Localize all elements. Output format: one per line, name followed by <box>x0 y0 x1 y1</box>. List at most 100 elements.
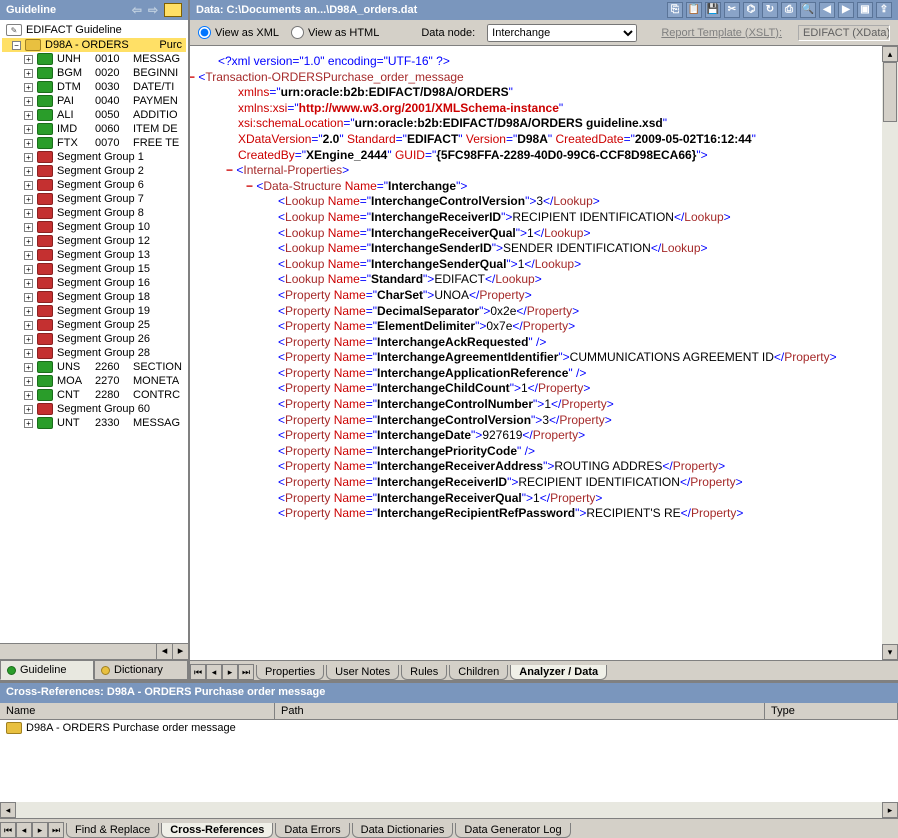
expand-icon[interactable]: + <box>24 209 33 218</box>
view-html-radio[interactable]: View as HTML <box>291 26 379 39</box>
bottom-tab[interactable]: Data Errors <box>275 823 349 838</box>
report-template-link[interactable]: Report Template (XSLT): <box>661 27 782 39</box>
prev-icon[interactable]: ◀ <box>819 2 835 18</box>
bottom-tab[interactable]: Cross-References <box>161 823 273 838</box>
expand-icon[interactable]: + <box>24 349 33 358</box>
tab-scroll-next-icon[interactable]: ▸ <box>222 664 238 680</box>
tree-item[interactable]: +Segment Group 6 <box>2 178 186 192</box>
tree-root[interactable]: ✎ EDIFACT Guideline <box>2 22 186 38</box>
tree-folder-orders[interactable]: − D98A - ORDERS Purc <box>2 38 186 52</box>
tab-guideline[interactable]: Guideline <box>0 660 94 680</box>
tree-item[interactable]: +Segment Group 28 <box>2 346 186 360</box>
print-icon[interactable]: ⎙ <box>781 2 797 18</box>
expand-icon[interactable]: + <box>24 167 33 176</box>
expand-icon[interactable]: + <box>24 391 33 400</box>
btab-scroll-next-icon[interactable]: ▸ <box>32 822 48 838</box>
tree-item[interactable]: +Segment Group 10 <box>2 220 186 234</box>
bottom-tab[interactable]: Data Dictionaries <box>352 823 454 838</box>
tab-scroll-first-icon[interactable]: ⏮ <box>190 664 206 680</box>
tree-item[interactable]: +Segment Group 19 <box>2 304 186 318</box>
tree-item[interactable]: +MOA2270MONETA <box>2 374 186 388</box>
btab-scroll-first-icon[interactable]: ⏮ <box>0 822 16 838</box>
expand-icon[interactable]: + <box>24 153 33 162</box>
tree-icon[interactable]: ⌬ <box>743 2 759 18</box>
sidebar-hscroll[interactable]: ◂▸ <box>0 643 188 659</box>
tree-item[interactable]: +Segment Group 16 <box>2 276 186 290</box>
cross-refs-hscroll[interactable]: ◂▸ <box>0 802 898 818</box>
tree-item[interactable]: +Segment Group 12 <box>2 234 186 248</box>
tab-dictionary[interactable]: Dictionary <box>94 660 188 680</box>
tree-item[interactable]: +Segment Group 25 <box>2 318 186 332</box>
expand-icon[interactable]: + <box>24 125 33 134</box>
btab-scroll-prev-icon[interactable]: ◂ <box>16 822 32 838</box>
refresh-icon[interactable]: ↻ <box>762 2 778 18</box>
expand-icon[interactable]: + <box>24 55 33 64</box>
expand-icon[interactable]: + <box>24 237 33 246</box>
xml-view[interactable]: <?xml version="1.0" encoding="UTF-16" ?>… <box>190 46 882 660</box>
main-tab[interactable]: Properties <box>256 665 324 680</box>
expand-icon[interactable]: + <box>24 111 33 120</box>
scroll-thumb[interactable] <box>883 62 897 122</box>
save-icon[interactable]: 💾 <box>705 2 721 18</box>
view-xml-radio[interactable]: View as XML <box>198 26 279 39</box>
tree-item[interactable]: +CNT2280CONTRC <box>2 388 186 402</box>
forward-icon[interactable]: ⇨ <box>148 3 158 17</box>
run-icon[interactable]: ▣ <box>857 2 873 18</box>
expand-icon[interactable]: + <box>24 307 33 316</box>
tree-item[interactable]: +Segment Group 18 <box>2 290 186 304</box>
open-folder-icon[interactable] <box>164 3 182 17</box>
expand-icon[interactable]: + <box>24 363 33 372</box>
col-name[interactable]: Name <box>0 703 275 719</box>
expand-icon[interactable]: + <box>24 335 33 344</box>
main-tab[interactable]: Children <box>449 665 508 680</box>
tree-item[interactable]: +UNH0010MESSAG <box>2 52 186 66</box>
col-type[interactable]: Type <box>765 703 898 719</box>
main-tab[interactable]: Analyzer / Data <box>510 665 607 680</box>
collapse-icon[interactable]: − <box>12 41 21 50</box>
tree-item[interactable]: +IMD0060ITEM DE <box>2 122 186 136</box>
expand-icon[interactable]: + <box>24 139 33 148</box>
tab-scroll-prev-icon[interactable]: ◂ <box>206 664 222 680</box>
tree-item[interactable]: +PAI0040PAYMEN <box>2 94 186 108</box>
expand-icon[interactable]: + <box>24 69 33 78</box>
vscrollbar[interactable]: ▴ ▾ <box>882 46 898 660</box>
expand-icon[interactable]: + <box>24 377 33 386</box>
tree-item[interactable]: +Segment Group 26 <box>2 332 186 346</box>
cross-ref-row[interactable]: D98A - ORDERS Purchase order message <box>0 720 898 736</box>
tree-item[interactable]: +DTM0030DATE/TI <box>2 80 186 94</box>
tab-scroll-last-icon[interactable]: ⏭ <box>238 664 254 680</box>
tree-item[interactable]: +FTX0070FREE TE <box>2 136 186 150</box>
col-path[interactable]: Path <box>275 703 765 719</box>
tree-item[interactable]: +ALI0050ADDITIO <box>2 108 186 122</box>
expand-icon[interactable]: + <box>24 181 33 190</box>
copy-icon[interactable]: ⎘ <box>667 2 683 18</box>
find-icon[interactable]: 🔍 <box>800 2 816 18</box>
tree-item[interactable]: +UNT2330MESSAG <box>2 416 186 430</box>
main-tab[interactable]: User Notes <box>326 665 399 680</box>
expand-icon[interactable]: + <box>24 321 33 330</box>
next-icon[interactable]: ▶ <box>838 2 854 18</box>
expand-icon[interactable]: + <box>24 195 33 204</box>
bottom-tab[interactable]: Find & Replace <box>66 823 159 838</box>
tree-item[interactable]: +Segment Group 2 <box>2 164 186 178</box>
back-icon[interactable]: ⇦ <box>132 3 142 17</box>
bottom-tab[interactable]: Data Generator Log <box>455 823 570 838</box>
expand-icon[interactable]: + <box>24 223 33 232</box>
guideline-tree[interactable]: ✎ EDIFACT Guideline − D98A - ORDERS Purc… <box>0 20 188 643</box>
expand-icon[interactable]: + <box>24 97 33 106</box>
export-icon[interactable]: ⇪ <box>876 2 892 18</box>
expand-icon[interactable]: + <box>24 265 33 274</box>
expand-icon[interactable]: + <box>24 251 33 260</box>
tree-item[interactable]: +Segment Group 13 <box>2 248 186 262</box>
tree-item[interactable]: +BGM0020BEGINNI <box>2 66 186 80</box>
tree-item[interactable]: +UNS2260SECTION <box>2 360 186 374</box>
paste-icon[interactable]: 📋 <box>686 2 702 18</box>
cut-icon[interactable]: ✂ <box>724 2 740 18</box>
tree-item[interactable]: +Segment Group 1 <box>2 150 186 164</box>
tree-item[interactable]: +Segment Group 15 <box>2 262 186 276</box>
expand-icon[interactable]: + <box>24 405 33 414</box>
tree-item[interactable]: +Segment Group 7 <box>2 192 186 206</box>
expand-icon[interactable]: + <box>24 279 33 288</box>
tree-item[interactable]: +Segment Group 8 <box>2 206 186 220</box>
data-node-combo[interactable]: Interchange <box>487 24 637 42</box>
